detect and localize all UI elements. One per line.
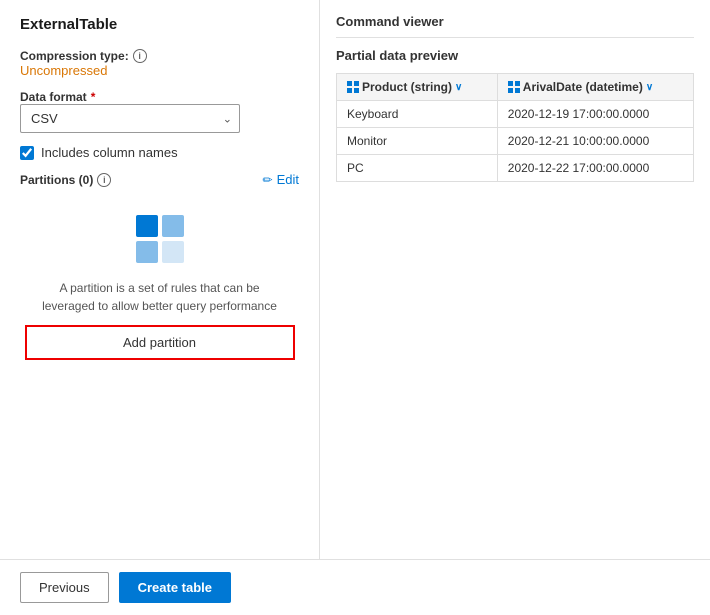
add-partition-button[interactable]: Add partition: [25, 325, 295, 360]
partition-icon: [130, 209, 190, 269]
footer: Previous Create table: [0, 559, 710, 615]
edit-link[interactable]: ✏ Edit: [263, 172, 299, 187]
data-format-section: Data format * CSV JSON Parquet TSV ⌄: [20, 90, 299, 133]
column-header-product: Product (string) ∨: [337, 74, 498, 101]
data-format-select[interactable]: CSV JSON Parquet TSV: [20, 104, 240, 133]
left-panel: ExternalTable Compression type: i Uncomp…: [0, 0, 320, 559]
data-format-label: Data format *: [20, 90, 299, 104]
partitions-info-icon[interactable]: i: [97, 173, 111, 187]
cell-product: Keyboard: [337, 101, 498, 128]
required-star: *: [91, 90, 96, 104]
data-format-wrapper: CSV JSON Parquet TSV ⌄: [20, 104, 240, 133]
previous-button[interactable]: Previous: [20, 572, 109, 603]
table-row: Keyboard2020-12-19 17:00:00.0000: [337, 101, 694, 128]
compression-label: Compression type: i: [20, 49, 299, 63]
cell-date: 2020-12-21 10:00:00.0000: [497, 128, 693, 155]
sort-date-icon[interactable]: ∨: [646, 82, 653, 93]
product-col-icon: [347, 81, 359, 93]
partitions-label: Partitions (0) i: [20, 173, 111, 187]
includes-column-names-label: Includes column names: [41, 145, 178, 160]
table-header: Product (string) ∨: [337, 74, 694, 101]
compression-info-icon[interactable]: i: [133, 49, 147, 63]
panel-title: ExternalTable: [20, 16, 299, 33]
includes-column-names-checkbox[interactable]: [20, 146, 34, 160]
pencil-icon: ✏: [263, 173, 273, 187]
date-col-icon: [508, 81, 520, 93]
partitions-row: Partitions (0) i ✏ Edit: [20, 172, 299, 187]
partition-description: A partition is a set of rules that can b…: [40, 279, 280, 315]
table-body: Keyboard2020-12-19 17:00:00.0000Monitor2…: [337, 101, 694, 182]
cell-date: 2020-12-22 17:00:00.0000: [497, 155, 693, 182]
includes-column-names-row: Includes column names: [20, 145, 299, 160]
partial-preview-title: Partial data preview: [336, 48, 694, 63]
compression-section: Compression type: i Uncompressed: [20, 49, 299, 78]
table-row: Monitor2020-12-21 10:00:00.0000: [337, 128, 694, 155]
right-panel: Command viewer Partial data preview: [320, 0, 710, 559]
data-preview-table: Product (string) ∨: [336, 73, 694, 182]
cell-product: Monitor: [337, 128, 498, 155]
command-viewer-title: Command viewer: [336, 14, 694, 38]
partition-illustration: A partition is a set of rules that can b…: [20, 199, 299, 366]
column-header-date: ArivalDate (datetime) ∨: [497, 74, 693, 101]
sort-product-icon[interactable]: ∨: [455, 82, 462, 93]
cell-date: 2020-12-19 17:00:00.0000: [497, 101, 693, 128]
table-row: PC2020-12-22 17:00:00.0000: [337, 155, 694, 182]
cell-product: PC: [337, 155, 498, 182]
compression-value: Uncompressed: [20, 63, 299, 78]
create-table-button[interactable]: Create table: [119, 572, 231, 603]
